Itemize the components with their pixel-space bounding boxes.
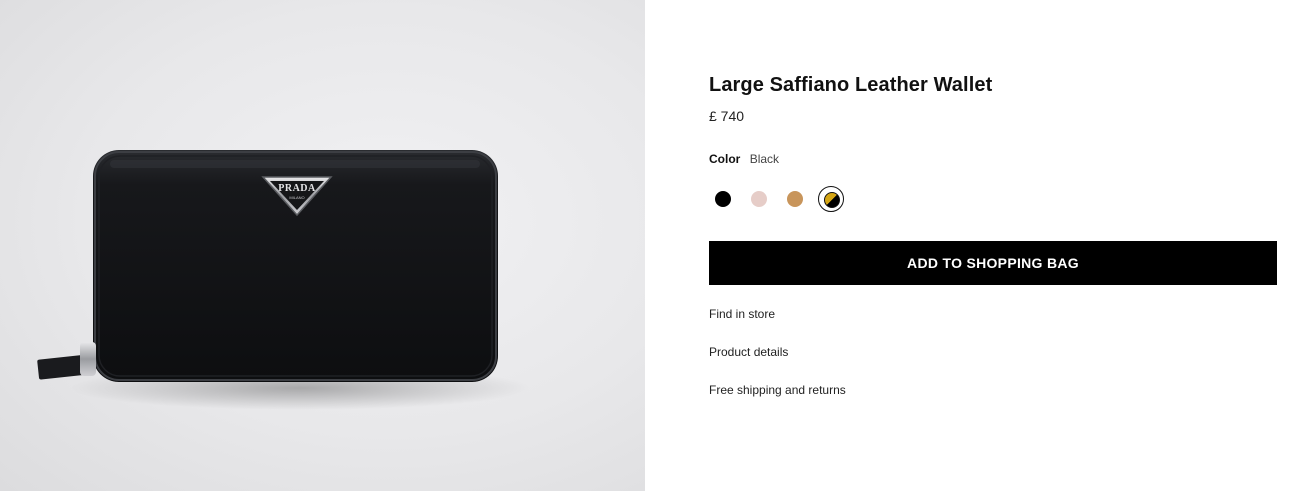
wallet-illustration: PRADA MILANO [37,150,530,410]
swatch-caramel-dot [787,191,803,207]
product-title: Large Saffiano Leather Wallet [709,74,993,96]
product-details-link[interactable]: Product details [709,345,788,359]
selected-color: Black [749,152,780,166]
add-to-shopping-bag-button[interactable]: ADD TO SHOPPING BAG [709,241,1277,285]
swatch-black-yellow-dot [824,192,840,208]
product-image: PRADA MILANO [0,0,645,491]
product-info: Large Saffiano Leather Wallet £ 740 Colo… [709,0,1277,491]
find-in-store-link[interactable]: Find in store [709,307,775,321]
color-selector-label: Color Black [709,152,779,166]
color-swatches [709,186,909,212]
swatch-black[interactable] [710,186,736,212]
swatch-powder-pink-dot [751,191,767,207]
shipping-returns-link[interactable]: Free shipping and returns [709,383,846,397]
swatch-black-yellow[interactable] [818,186,844,212]
swatch-caramel[interactable] [782,186,808,212]
color-label: Color [709,152,741,166]
logo-text: PRADA [278,183,316,194]
swatch-black-dot [715,191,731,207]
swatch-powder-pink[interactable] [746,186,772,212]
product-page: PRADA MILANO Large Saffiano Leather Wall… [0,0,1291,491]
product-price: £ 740 [709,108,745,124]
logo-subtext: MILANO [289,195,304,200]
